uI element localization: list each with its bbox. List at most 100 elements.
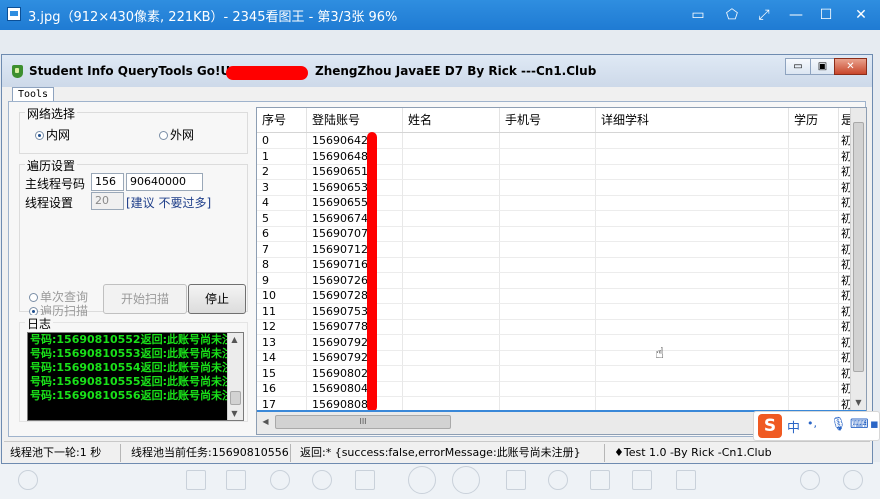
sogou-logo-icon[interactable]: S (758, 414, 782, 438)
scroll-down-icon[interactable]: ▼ (228, 409, 241, 418)
start-scan-button[interactable]: 开始扫描 (103, 284, 187, 314)
hand-cursor-icon: ☝ (655, 344, 665, 362)
column-header-index[interactable]: 序号 (257, 108, 307, 132)
log-line: 号码:15690810553返回:此账号尚未注册! (30, 347, 244, 360)
rotate-icon[interactable] (506, 470, 526, 490)
scroll-up-icon[interactable]: ▲ (228, 335, 241, 344)
table-row[interactable]: 0 156906426 初 (257, 133, 852, 149)
column-header-name[interactable]: 姓名 (403, 108, 500, 132)
cell-education (789, 164, 839, 179)
maximize-button[interactable]: ☐ (816, 5, 836, 25)
status-next-round: 线程池下一轮:1 秒 (4, 444, 121, 462)
scroll-left-icon[interactable]: ◀ (259, 417, 272, 426)
more-tools-icon[interactable]: ▪ (870, 417, 879, 432)
previous-icon[interactable] (408, 466, 436, 494)
app-close-button[interactable]: ✕ (834, 58, 867, 75)
cell-subject (596, 319, 789, 334)
cell-name (403, 365, 500, 381)
table-row[interactable]: 9 156907260 初 (257, 272, 852, 289)
table-row[interactable]: 15 156908023 初 (257, 365, 852, 382)
cell-name (403, 257, 500, 272)
cell-education (789, 350, 839, 365)
zoom-out-icon[interactable] (312, 470, 332, 490)
table-row[interactable]: 13 156907921 初 (257, 334, 852, 351)
redaction-mark (367, 132, 377, 412)
cell-phone (500, 303, 596, 319)
table-row[interactable]: 11 156907530 初 (257, 303, 852, 320)
cell-education (789, 319, 839, 334)
table-row[interactable]: 8 156907165 初 (257, 257, 852, 273)
cell-subject (596, 133, 789, 148)
viewer-toolbar (0, 462, 880, 499)
results-grid[interactable]: 序号 登陆账号 姓名 手机号 详细学科 学历 是 0 156906426 初 1 156… (256, 107, 867, 435)
cell-education (789, 179, 839, 195)
table-row[interactable]: 3 156906535 初 (257, 179, 852, 196)
prefix-input[interactable]: 156 (91, 173, 124, 191)
threads-input[interactable]: 20 (91, 192, 124, 210)
cell-phone (500, 148, 596, 164)
cell-name (403, 334, 500, 350)
info-icon[interactable] (18, 470, 38, 490)
cell-name (403, 319, 500, 334)
log-box[interactable]: 号码:15690810552返回:此账号尚未注册! 号码:15690810553… (27, 332, 244, 421)
table-row[interactable]: 5 156906742 初 (257, 210, 852, 227)
crop-icon[interactable] (590, 470, 610, 490)
copy-icon[interactable] (186, 470, 206, 490)
column-header-subject[interactable]: 详细学科 (596, 108, 789, 132)
cell-phone (500, 257, 596, 272)
grid-hscroll-thumb[interactable]: III (275, 415, 451, 429)
radio-extranet[interactable]: 外网 (159, 126, 194, 143)
fit-icon[interactable] (355, 470, 375, 490)
minimize-button[interactable]: — (786, 5, 806, 25)
edit-icon[interactable] (632, 470, 652, 490)
table-row[interactable]: 6 156907073 初 (257, 226, 852, 242)
cell-index: 8 (257, 257, 307, 272)
table-row[interactable]: 14 156907922 初 (257, 350, 852, 366)
table-row[interactable]: 12 156907786 初 (257, 319, 852, 335)
ime-punctuation-toggle[interactable]: •, (807, 417, 817, 430)
cell-index: 7 (257, 241, 307, 257)
app-minimize-button[interactable]: ▭ (785, 58, 811, 75)
share-icon[interactable] (800, 470, 820, 490)
minimize-to-tray-icon[interactable]: ▭ (688, 5, 708, 25)
app-maximize-button[interactable]: ▣ (810, 58, 835, 75)
table-row[interactable]: 2 156906511 初 (257, 164, 852, 180)
keyboard-icon[interactable]: ⌨ (850, 417, 869, 432)
microphone-icon[interactable]: 🎙 (830, 417, 847, 432)
grid-vertical-scrollbar[interactable]: ▼ (850, 108, 866, 410)
tab-tools[interactable]: Tools (12, 87, 54, 102)
scroll-down-icon[interactable]: ▼ (852, 398, 865, 407)
grid-vscroll-thumb[interactable] (853, 122, 864, 372)
close-button[interactable]: ✕ (851, 5, 871, 25)
next-icon[interactable] (452, 466, 480, 494)
column-header-phone[interactable]: 手机号 (500, 108, 596, 132)
app-title-bar: Student Info QueryTools Go!Up! ZhengZhou… (2, 55, 872, 87)
radio-extranet-label: 外网 (170, 128, 195, 142)
start-number-input[interactable]: 90640000 (126, 173, 203, 191)
zoom-in-icon[interactable] (270, 470, 290, 490)
table-row[interactable]: 7 156907127 初 (257, 241, 852, 258)
cell-phone (500, 272, 596, 288)
delete-icon[interactable] (676, 470, 696, 490)
table-row[interactable]: 10 156907288 初 (257, 288, 852, 304)
fullscreen-icon[interactable]: ⤢ (754, 5, 774, 25)
ime-language-toggle[interactable]: 中 (787, 417, 800, 436)
cell-index: 3 (257, 179, 307, 195)
column-header-education[interactable]: 学历 (789, 108, 839, 132)
table-row[interactable]: 4 156906558 初 (257, 195, 852, 211)
table-row[interactable]: 1 156906486 初 (257, 148, 852, 165)
log-scrollbar[interactable]: ▲ ▼ (227, 333, 243, 420)
log-scroll-thumb[interactable] (230, 391, 241, 405)
settings-icon[interactable]: ⬠ (722, 5, 742, 25)
save-icon[interactable] (226, 470, 246, 490)
cell-education (789, 272, 839, 288)
table-row[interactable]: 16 156908042 初 (257, 381, 852, 397)
more-icon[interactable] (843, 470, 863, 490)
status-response: 返回:* {success:false,errorMessage:此账号尚未注册… (294, 444, 605, 462)
cell-name (403, 226, 500, 241)
radio-intranet[interactable]: 内网 (35, 126, 70, 143)
status-bar: 线程池下一轮:1 秒 线程池当前任务:15690810556 返回:* {suc… (4, 441, 870, 462)
stop-button[interactable]: 停止 (188, 284, 246, 314)
rotate-right-icon[interactable] (548, 470, 568, 490)
column-header-account[interactable]: 登陆账号 (307, 108, 403, 132)
